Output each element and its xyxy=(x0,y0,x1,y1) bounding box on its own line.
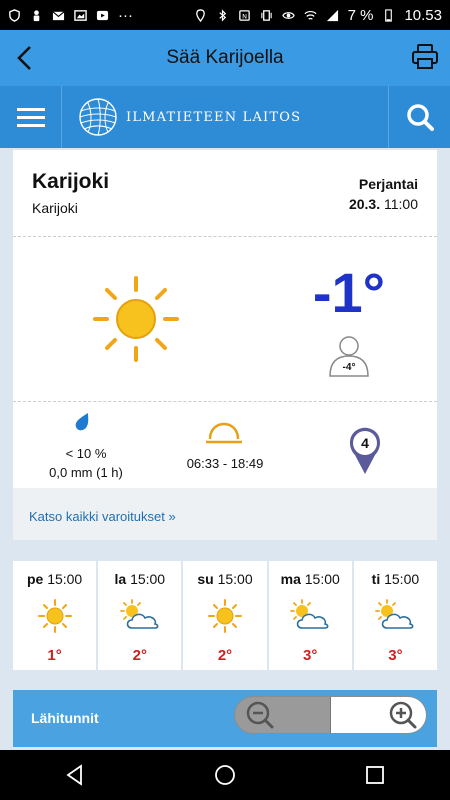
forecast-time: 15:00 xyxy=(47,571,83,587)
forecast-day: su xyxy=(197,571,214,587)
zoom-out-icon xyxy=(246,701,274,729)
partly-cloudy-icon xyxy=(375,599,414,629)
system-nav-bar xyxy=(0,750,450,800)
current-temperature: -1° xyxy=(312,261,385,324)
forecast-time: 15:00 xyxy=(304,571,340,587)
battery-icon xyxy=(385,8,393,22)
youtube-icon xyxy=(96,10,109,20)
forecast-day: ma xyxy=(280,571,301,587)
bluetooth-icon xyxy=(218,8,226,22)
precipitation-amount: 0,0 mm (1 h) xyxy=(49,465,123,480)
menu-button[interactable] xyxy=(0,86,62,148)
brand-header: ILMATIETEEN LAITOS xyxy=(0,86,450,148)
forecast-time: 15:00 xyxy=(217,571,253,587)
shield-icon xyxy=(9,8,20,22)
zoom-in-icon xyxy=(389,701,417,729)
nearby-hours-label: Lähitunnit xyxy=(31,710,99,726)
divider xyxy=(13,401,437,402)
sun-icon xyxy=(37,599,72,633)
print-icon[interactable] xyxy=(410,42,440,72)
date-time: 20.3. 11:00 xyxy=(349,196,418,212)
battery-percent: 7 % xyxy=(347,6,374,24)
zoom-control xyxy=(234,696,427,734)
forecast-day: la xyxy=(114,571,127,587)
sun-icon xyxy=(208,599,242,633)
forecast-row: pe 15:00 1° la 15:00 2° su 15:00 2° ma 1… xyxy=(13,561,438,670)
zoom-in-button[interactable] xyxy=(330,697,426,733)
feels-like-temperature: -4° xyxy=(342,362,356,373)
gallery-icon xyxy=(74,9,87,21)
partly-cloudy-icon xyxy=(290,599,329,629)
date: 20.3. xyxy=(348,196,381,212)
forecast-temperature: 3° xyxy=(303,647,318,664)
search-icon xyxy=(406,104,434,131)
app-bar: Sää Karijoella xyxy=(0,30,450,86)
nav-home-icon[interactable] xyxy=(214,764,236,786)
nav-back-icon[interactable] xyxy=(64,764,86,786)
time: 11:00 xyxy=(384,196,418,212)
wifi-icon xyxy=(304,10,317,20)
mail-icon xyxy=(52,10,65,20)
nav-recents-icon[interactable] xyxy=(364,764,386,786)
eye-icon xyxy=(281,11,295,19)
forecast-label: pe 15:00 xyxy=(13,571,96,587)
forecast-item[interactable]: pe 15:00 1° xyxy=(13,561,97,670)
forecast-item[interactable]: su 15:00 2° xyxy=(183,561,267,670)
forecast-label: la 15:00 xyxy=(98,571,181,587)
nfc-icon: N xyxy=(238,9,250,21)
warnings-link[interactable]: Katso kaikki varoitukset » xyxy=(29,509,176,524)
forecast-label: su 15:00 xyxy=(183,571,266,587)
location-subtitle: Karijoki xyxy=(32,200,78,216)
forecast-time: 15:00 xyxy=(130,571,166,587)
location-icon xyxy=(195,8,205,22)
person-icon xyxy=(33,9,40,21)
fmi-logo-icon xyxy=(79,98,117,136)
forecast-item[interactable]: la 15:00 2° xyxy=(98,561,182,670)
sunrise-sunset-icon xyxy=(206,422,242,444)
sun-times: 06:33 - 18:49 xyxy=(186,456,264,471)
forecast-temperature: 2° xyxy=(132,647,147,664)
raindrop-icon xyxy=(75,413,89,431)
nearby-hours-bar: Lähitunnit xyxy=(13,690,437,747)
location-title: Karijoki xyxy=(32,170,110,193)
forecast-time: 15:00 xyxy=(384,571,420,587)
weekday: Perjantai xyxy=(358,176,418,192)
signal-icon xyxy=(326,9,338,21)
forecast-label: ma 15:00 xyxy=(269,571,352,587)
search-button[interactable] xyxy=(388,86,450,148)
forecast-item[interactable]: ma 15:00 3° xyxy=(268,561,352,670)
forecast-temperature: 2° xyxy=(217,647,233,664)
forecast-temperature: 3° xyxy=(388,647,403,664)
warning-pin-icon[interactable] xyxy=(347,426,383,476)
zoom-out-button[interactable] xyxy=(235,697,331,733)
more-notifications-icon: ··· xyxy=(118,6,133,24)
divider xyxy=(13,236,437,237)
precipitation-probability: < 10 % xyxy=(65,446,107,461)
hamburger-icon xyxy=(16,108,45,127)
status-bar: ··· N 7 % 10.53 xyxy=(0,0,450,30)
sun-icon xyxy=(93,276,179,362)
brand-logo[interactable]: ILMATIETEEN LAITOS xyxy=(78,94,301,140)
vibrate-icon xyxy=(260,9,272,21)
forecast-day: pe xyxy=(26,571,44,587)
back-arrow-icon[interactable] xyxy=(10,42,42,74)
current-weather-card: Karijoki Karijoki Perjantai 20.3. 11:00 … xyxy=(13,150,437,540)
warning-level: 4 xyxy=(361,435,369,451)
svg-text:N: N xyxy=(242,12,247,20)
forecast-item[interactable]: ti 15:00 3° xyxy=(353,561,438,670)
page-title: Sää Karijoella xyxy=(166,47,284,68)
clock: 10.53 xyxy=(404,6,442,24)
forecast-day: ti xyxy=(371,571,381,587)
forecast-temperature: 1° xyxy=(47,647,62,664)
partly-cloudy-icon xyxy=(119,599,159,629)
brand-name: ILMATIETEEN LAITOS xyxy=(126,109,302,125)
forecast-label: ti 15:00 xyxy=(354,571,437,587)
